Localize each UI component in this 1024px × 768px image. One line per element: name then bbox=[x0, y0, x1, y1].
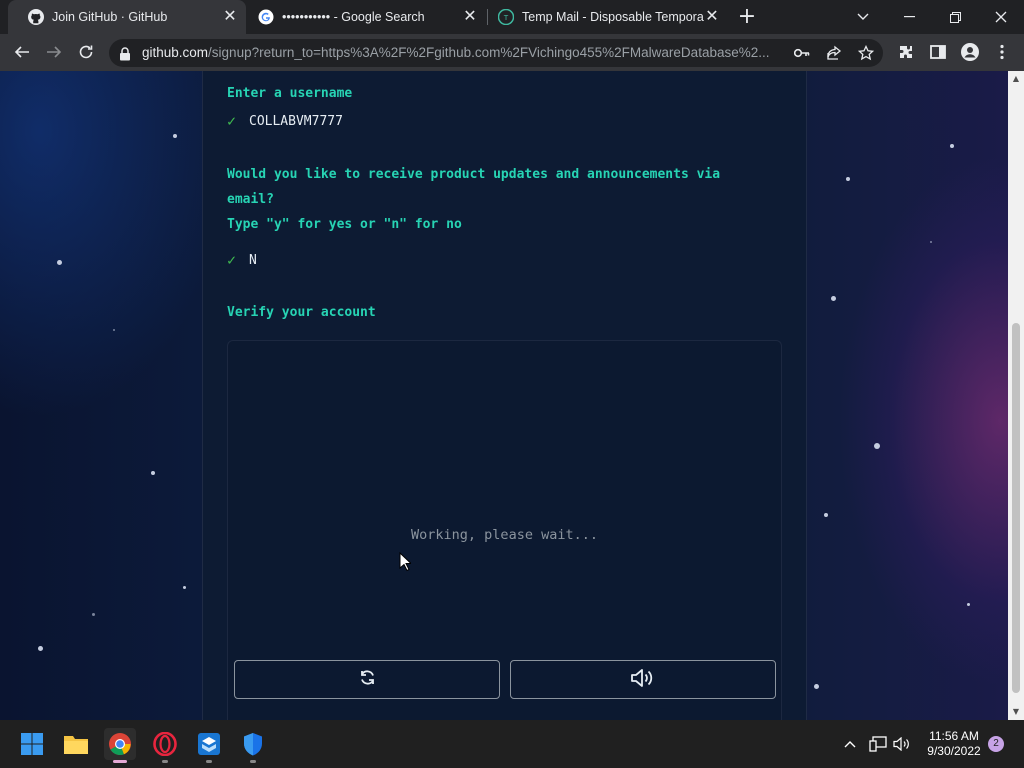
url-path: /signup?return_to=https%3A%2F%2Fgithub.c… bbox=[208, 45, 770, 60]
bookmark-star-icon[interactable] bbox=[856, 43, 876, 63]
close-tab-icon[interactable]: ✕ bbox=[704, 9, 720, 25]
clock-date: 9/30/2022 bbox=[927, 744, 981, 758]
page-viewport: Enter a username ✓ COLLABVM7777 Would yo… bbox=[0, 71, 1008, 720]
updates-prompt-continued: email? bbox=[227, 192, 274, 207]
verify-account-heading: Verify your account bbox=[227, 305, 376, 320]
new-tab-button[interactable]: + bbox=[737, 6, 757, 28]
browser-toolbar: github.com/signup?return_to=https%3A%2F%… bbox=[0, 34, 1024, 71]
menu-kebab-icon[interactable] bbox=[992, 42, 1012, 62]
signup-terminal-panel: Enter a username ✓ COLLABVM7777 Would yo… bbox=[202, 71, 807, 720]
minimize-button[interactable] bbox=[886, 0, 932, 34]
tab-title: Temp Mail - Disposable Tempora bbox=[522, 10, 704, 24]
running-indicator bbox=[206, 760, 212, 763]
scroll-up-arrow[interactable]: ▲ bbox=[1011, 74, 1021, 84]
tab-title: ••••••••••• - Google Search bbox=[282, 10, 425, 24]
url-text[interactable]: github.com/signup?return_to=https%3A%2F%… bbox=[142, 45, 782, 60]
close-tab-icon[interactable]: ✕ bbox=[462, 9, 478, 25]
checkmark-icon: ✓ bbox=[227, 251, 237, 269]
tab-temp-mail[interactable]: T Temp Mail - Disposable Tempora ✕ bbox=[488, 0, 728, 34]
star-decoration bbox=[930, 241, 932, 243]
speaker-icon bbox=[631, 668, 655, 691]
sandbox-app-button[interactable] bbox=[193, 728, 225, 763]
star-decoration bbox=[57, 260, 62, 265]
reload-button[interactable] bbox=[76, 42, 96, 62]
star-decoration bbox=[814, 684, 819, 689]
tab-strip: Join GitHub · GitHub ✕ ••••••••••• - Goo… bbox=[0, 0, 1024, 34]
extensions-icon[interactable] bbox=[896, 42, 916, 62]
tab-join-github[interactable]: Join GitHub · GitHub ✕ bbox=[8, 0, 246, 34]
tempmail-icon: T bbox=[498, 9, 514, 25]
windows-security-button[interactable] bbox=[237, 728, 269, 763]
star-decoration bbox=[92, 613, 95, 616]
side-panel-icon[interactable] bbox=[928, 42, 948, 62]
updates-answer: ✓ N bbox=[227, 251, 257, 269]
running-indicator bbox=[113, 760, 127, 763]
start-button[interactable] bbox=[16, 728, 48, 760]
captcha-panel: Working, please wait... bbox=[227, 340, 782, 720]
captcha-audio-button[interactable] bbox=[510, 660, 776, 699]
google-icon bbox=[258, 9, 274, 25]
star-decoration bbox=[824, 513, 828, 517]
clock-time: 11:56 AM bbox=[929, 729, 979, 743]
close-window-button[interactable] bbox=[978, 0, 1024, 34]
running-indicator bbox=[250, 760, 256, 763]
url-host: github.com bbox=[142, 45, 209, 60]
running-indicator bbox=[162, 760, 168, 763]
star-decoration bbox=[173, 134, 177, 138]
star-decoration bbox=[113, 329, 115, 331]
star-decoration bbox=[950, 144, 954, 148]
refresh-icon bbox=[359, 669, 376, 690]
file-explorer-button[interactable] bbox=[60, 728, 92, 760]
star-decoration bbox=[846, 177, 850, 181]
mouse-cursor bbox=[399, 551, 413, 576]
tab-google-search[interactable]: ••••••••••• - Google Search ✕ bbox=[248, 0, 486, 34]
share-icon[interactable] bbox=[824, 43, 844, 63]
svg-text:T: T bbox=[503, 14, 509, 22]
star-decoration bbox=[874, 443, 880, 449]
forward-button[interactable] bbox=[44, 42, 64, 62]
opera-taskbar-button[interactable] bbox=[149, 728, 181, 763]
volume-icon[interactable] bbox=[892, 734, 912, 754]
username-value: COLLABVM7777 bbox=[249, 113, 343, 129]
network-icon[interactable] bbox=[868, 734, 888, 754]
checkmark-icon: ✓ bbox=[227, 112, 237, 130]
back-button[interactable] bbox=[12, 42, 32, 62]
star-decoration bbox=[151, 471, 155, 475]
github-icon bbox=[28, 9, 44, 25]
address-bar[interactable]: github.com/signup?return_to=https%3A%2F%… bbox=[109, 39, 883, 67]
star-decoration bbox=[831, 296, 836, 301]
updates-value: N bbox=[249, 252, 257, 268]
star-decoration bbox=[38, 646, 43, 651]
username-answer: ✓ COLLABVM7777 bbox=[227, 112, 343, 130]
chrome-taskbar-button[interactable] bbox=[104, 728, 136, 763]
profile-avatar[interactable] bbox=[960, 42, 980, 62]
system-clock[interactable]: 11:56 AM 9/30/2022 bbox=[918, 729, 990, 759]
key-icon[interactable] bbox=[792, 43, 812, 63]
star-decoration bbox=[183, 586, 186, 589]
scroll-down-arrow[interactable]: ▼ bbox=[1011, 707, 1021, 717]
star-decoration bbox=[967, 603, 970, 606]
restore-button[interactable] bbox=[932, 0, 978, 34]
username-prompt: Enter a username bbox=[227, 86, 353, 101]
lock-icon[interactable] bbox=[119, 46, 131, 65]
captcha-status-text: Working, please wait... bbox=[411, 527, 598, 543]
updates-instruction: Type "y" for yes or "n" for no bbox=[227, 217, 462, 232]
tab-title: Join GitHub · GitHub bbox=[52, 10, 168, 24]
windows-taskbar: 11:56 AM 9/30/2022 bbox=[0, 720, 1024, 768]
captcha-refresh-button[interactable] bbox=[234, 660, 500, 699]
close-tab-icon[interactable]: ✕ bbox=[222, 9, 238, 25]
updates-prompt: Would you like to receive product update… bbox=[227, 167, 721, 182]
tab-search-button[interactable] bbox=[840, 0, 886, 34]
page-scrollbar[interactable]: ▲ ▼ bbox=[1008, 71, 1024, 720]
show-hidden-icons-chevron-icon[interactable] bbox=[840, 734, 860, 754]
scrollbar-thumb[interactable] bbox=[1012, 323, 1020, 693]
notification-badge[interactable]: 2 bbox=[988, 736, 1004, 752]
